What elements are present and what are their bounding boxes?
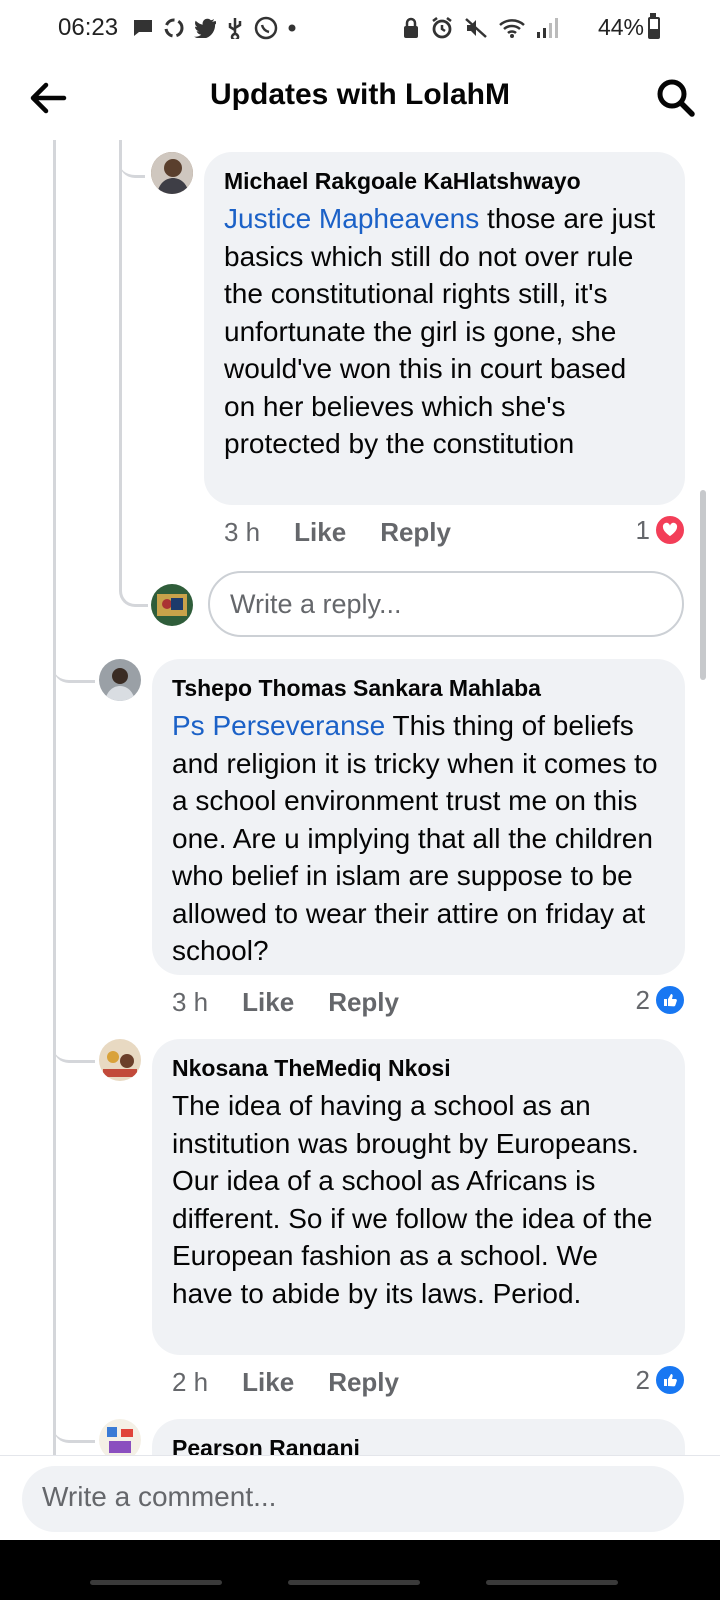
scrollbar[interactable] [700, 490, 706, 680]
app-header: Updates with LolahM [0, 56, 720, 140]
thread-branch [53, 650, 95, 683]
love-reaction-icon [654, 514, 686, 546]
comment-time[interactable]: 3 h [172, 987, 208, 1018]
home-button[interactable] [288, 1580, 420, 1585]
like-reaction-icon [654, 1364, 686, 1396]
reaction-number: 2 [635, 1364, 650, 1395]
thread-branch [53, 1030, 95, 1063]
reply-button[interactable]: Reply [328, 1367, 399, 1398]
thread-branch [53, 1410, 95, 1443]
comment-time[interactable]: 3 h [224, 517, 260, 548]
alarm-icon [432, 17, 452, 39]
reaction-count[interactable]: 1 [636, 514, 686, 546]
thread-branch [119, 570, 148, 607]
comment-bubble[interactable]: Tshepo Thomas Sankara Mahlaba Ps Perseve… [152, 659, 685, 975]
status-time: 06:23 [58, 14, 119, 41]
system-icons [402, 16, 558, 40]
reaction-number: 1 [635, 514, 650, 545]
recent-apps-button[interactable] [90, 1580, 222, 1585]
comment-text: The idea of having a school as an instit… [172, 1090, 653, 1309]
comment-text: Justice Mapheavens those are just basics… [224, 200, 665, 463]
reply-button[interactable]: Reply [328, 987, 399, 1018]
navigation-bar [0, 1540, 720, 1600]
comment-author[interactable]: Michael Rakgoale KaHlatshwayo [224, 166, 665, 196]
thread-branch [119, 140, 145, 178]
mute-icon [465, 18, 487, 38]
comment-body: those are just basics which still do not… [224, 203, 656, 459]
dot-icon [288, 24, 296, 32]
whatsapp-icon [254, 16, 278, 40]
like-button[interactable]: Like [294, 517, 346, 548]
like-button[interactable]: Like [242, 987, 294, 1018]
comment-author[interactable]: Tshepo Thomas Sankara Mahlaba [172, 673, 665, 703]
thread-line-outer [53, 140, 56, 1455]
reaction-count[interactable]: 2 [636, 1364, 686, 1396]
comment-text: Ps Perseveranse This thing of beliefs an… [172, 707, 665, 970]
comment-author[interactable]: Nkosana TheMediq Nkosi [172, 1053, 665, 1083]
sync-icon [164, 18, 184, 38]
search-button[interactable] [654, 76, 698, 120]
comment-actions: 3 h Like Reply [224, 517, 451, 548]
mention-link[interactable]: Justice Mapheavens [224, 203, 479, 234]
like-button[interactable]: Like [242, 1367, 294, 1398]
current-user-avatar[interactable] [151, 584, 193, 626]
reply-button[interactable]: Reply [380, 517, 451, 548]
message-icon [134, 20, 152, 36]
comment-composer: Write a comment... [0, 1455, 720, 1541]
comment-input[interactable]: Write a comment... [22, 1466, 684, 1532]
reaction-number: 2 [635, 984, 650, 1015]
battery-percentage: 44% [597, 14, 644, 40]
comment-actions: 3 h Like Reply [172, 987, 399, 1018]
avatar[interactable] [151, 152, 193, 194]
avatar[interactable] [99, 1039, 141, 1081]
comment-bubble[interactable]: Michael Rakgoale KaHlatshwayo Justice Ma… [204, 152, 685, 505]
reaction-count[interactable]: 2 [636, 984, 686, 1016]
battery-fill [650, 29, 658, 37]
mention-link[interactable]: Ps Perseveranse [172, 710, 385, 741]
avatar[interactable] [99, 659, 141, 701]
signal-icon [537, 18, 558, 38]
reply-input[interactable]: Write a reply... [208, 571, 684, 637]
like-reaction-icon [654, 984, 686, 1016]
usb-icon [228, 18, 242, 39]
comment-actions: 2 h Like Reply [172, 1367, 399, 1398]
status-bar: 06:23 44% [0, 0, 720, 56]
thread-line-inner [119, 140, 122, 590]
comment-time[interactable]: 2 h [172, 1367, 208, 1398]
comment-bubble[interactable]: Nkosana TheMediq Nkosi The idea of havin… [152, 1039, 685, 1355]
twitter-icon [194, 18, 216, 38]
page-title: Updates with LolahM [210, 78, 510, 111]
battery-icon [648, 17, 660, 39]
back-nav-button[interactable] [486, 1580, 618, 1585]
comment-body: This thing of beliefs and religion it is… [172, 710, 658, 966]
notification-icons [132, 16, 297, 40]
search-icon [657, 79, 695, 117]
wifi-icon [499, 19, 525, 38]
lock-icon [404, 17, 418, 38]
